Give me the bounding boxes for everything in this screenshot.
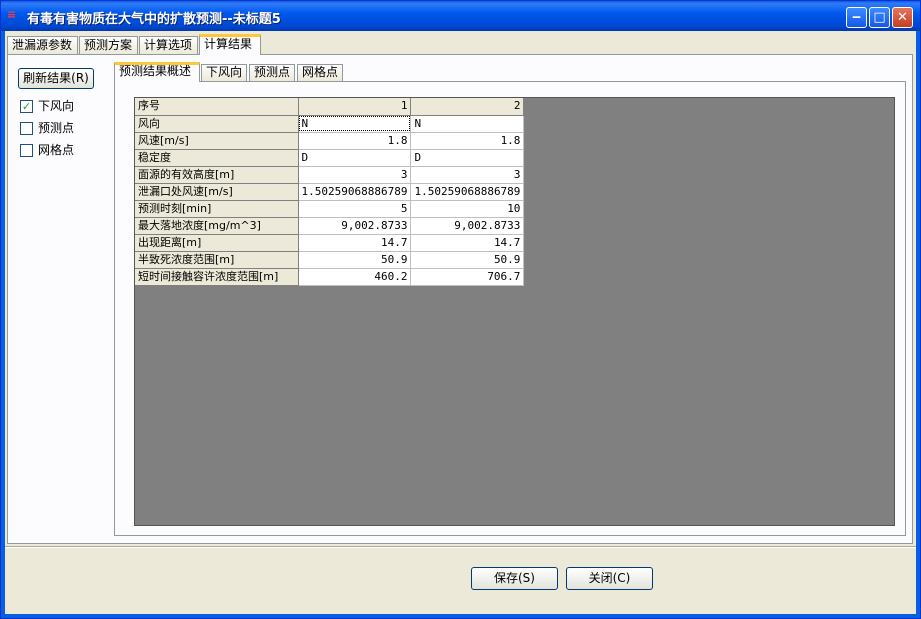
grid-cell[interactable]: 10	[410, 200, 525, 218]
grid-cell[interactable]: N	[410, 115, 525, 133]
window-frame-right	[916, 31, 920, 618]
refresh-results-button[interactable]: 刷新结果(R)	[18, 68, 94, 89]
grid-row-lc50-range: 半致死浓度范围[m] 50.9 50.9	[135, 251, 525, 269]
grid-cell[interactable]: 1.8	[410, 132, 525, 150]
grid-cell[interactable]: D	[298, 149, 412, 167]
grid-cell[interactable]: 706.7	[410, 268, 525, 286]
checkbox-prediction-point-box[interactable]	[20, 122, 33, 135]
tab-calc-options[interactable]: 计算选项	[139, 36, 198, 54]
close-window-button[interactable]: ✕	[892, 7, 913, 28]
checkbox-grid-point-label: 网格点	[38, 143, 75, 157]
grid-header-row: 序号 1 2	[135, 98, 525, 116]
subtab-result-summary[interactable]: 预测结果概述	[114, 62, 200, 82]
window-frame-left	[1, 31, 5, 618]
grid-cell[interactable]: 14.7	[410, 234, 525, 252]
grid-cell[interactable]: D	[410, 149, 525, 167]
row-header: 稳定度	[135, 149, 299, 167]
close-icon: ✕	[897, 10, 908, 25]
minimize-icon: ‒	[851, 10, 862, 25]
minimize-button[interactable]: ‒	[846, 7, 867, 28]
close-button[interactable]: 关闭(C)	[566, 567, 653, 590]
title-bar[interactable]: ≡ 有毒有害物质在大气中的扩散预测--未标题5 ‒ □ ✕	[1, 1, 920, 31]
grid-cell[interactable]: 3	[410, 166, 525, 184]
grid-cell[interactable]: N	[298, 115, 412, 133]
grid-row-stel-range: 短时间接触容许浓度范围[m] 460.2 706.7	[135, 268, 525, 286]
row-header: 半致死浓度范围[m]	[135, 251, 299, 269]
row-header: 面源的有效高度[m]	[135, 166, 299, 184]
grid-cell[interactable]: 1.8	[298, 132, 412, 150]
grid-cell[interactable]: 1.50259068886789	[410, 183, 525, 201]
grid-column-header-2[interactable]: 2	[410, 98, 525, 116]
checkbox-prediction-point-label: 预测点	[38, 121, 75, 135]
grid-row-effective-height: 面源的有效高度[m] 3 3	[135, 166, 525, 184]
checkbox-downwind-box[interactable]: ✓	[20, 100, 33, 113]
grid-cell[interactable]: 3	[298, 166, 412, 184]
checkbox-downwind-label: 下风向	[38, 99, 75, 113]
grid-header-label: 序号	[135, 98, 299, 116]
grid-row-prediction-time: 预测时刻[min] 5 10	[135, 200, 525, 218]
app-icon[interactable]: ≡	[7, 9, 19, 20]
row-header: 最大落地浓度[mg/m^3]	[135, 217, 299, 235]
row-header: 风速[m/s]	[135, 132, 299, 150]
subtab-downwind[interactable]: 下风向	[201, 64, 247, 81]
checkbox-grid-point-box[interactable]	[20, 144, 33, 157]
grid-cell[interactable]: 50.9	[410, 251, 525, 269]
footer-separator	[5, 546, 916, 548]
grid-cell[interactable]: 5	[298, 200, 412, 218]
maximize-button[interactable]: □	[869, 7, 890, 28]
check-mark-icon: ✓	[21, 100, 32, 113]
window-frame-bottom	[1, 614, 920, 618]
maximize-icon: □	[873, 10, 886, 25]
grid-cell[interactable]: 14.7	[298, 234, 412, 252]
subtab-grid-point[interactable]: 网格点	[297, 64, 343, 81]
grid-cell[interactable]: 1.50259068886789	[298, 183, 412, 201]
row-header: 出现距离[m]	[135, 234, 299, 252]
grid-row-wind-speed: 风速[m/s] 1.8 1.8	[135, 132, 525, 150]
grid-column-header-1[interactable]: 1	[298, 98, 412, 116]
grid-cell[interactable]: 50.9	[298, 251, 412, 269]
tab-leak-source-params[interactable]: 泄漏源参数	[7, 36, 78, 54]
grid-row-max-ground-concentration: 最大落地浓度[mg/m^3] 9,002.8733 9,002.8733	[135, 217, 525, 235]
grid-row-wind-direction: 风向 N N	[135, 115, 525, 133]
grid-cell[interactable]: 9,002.8733	[410, 217, 525, 235]
row-header: 短时间接触容许浓度范围[m]	[135, 268, 299, 286]
row-header: 预测时刻[min]	[135, 200, 299, 218]
grid-cell[interactable]: 9,002.8733	[298, 217, 412, 235]
grid-row-leak-wind-speed: 泄漏口处风速[m/s] 1.50259068886789 1.502590688…	[135, 183, 525, 201]
save-button[interactable]: 保存(S)	[471, 567, 558, 590]
window-title: 有毒有害物质在大气中的扩散预测--未标题5	[27, 12, 281, 27]
grid-row-stability: 稳定度 D D	[135, 149, 525, 167]
row-header: 泄漏口处风速[m/s]	[135, 183, 299, 201]
grid-row-occurrence-distance: 出现距离[m] 14.7 14.7	[135, 234, 525, 252]
tab-prediction-scheme[interactable]: 预测方案	[79, 36, 138, 54]
row-header: 风向	[135, 115, 299, 133]
results-grid[interactable]: 序号 1 2 风向 N N 风速[m/s] 1.8 1.8 稳定度 D D 面源…	[135, 98, 525, 286]
subtab-prediction-point[interactable]: 预测点	[249, 64, 295, 81]
grid-cell[interactable]: 460.2	[298, 268, 412, 286]
tab-calc-results[interactable]: 计算结果	[199, 34, 261, 55]
app-window: ≡ 有毒有害物质在大气中的扩散预测--未标题5 ‒ □ ✕ 泄漏源参数 预测方案…	[0, 0, 921, 619]
